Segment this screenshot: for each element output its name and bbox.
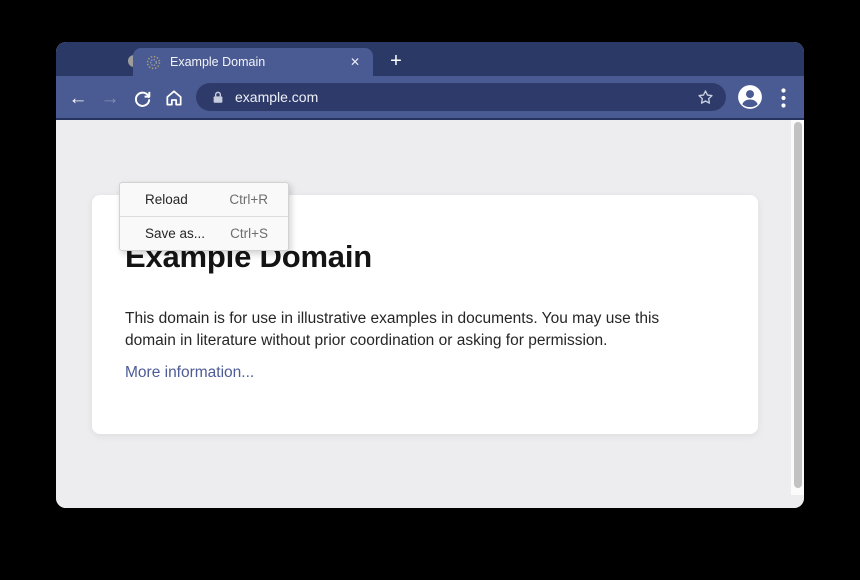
address-bar[interactable]: example.com (196, 83, 726, 111)
page-viewport: Example Domain This domain is for use in… (56, 120, 804, 508)
forward-button[interactable]: → (96, 84, 124, 112)
context-menu-item-reload[interactable]: Reload Ctrl+R (120, 183, 288, 216)
back-button[interactable]: ← (64, 84, 92, 112)
three-dots-icon (781, 88, 786, 108)
paragraph-line-2: domain in literature without prior coord… (125, 330, 659, 352)
scrollbar-track[interactable] (791, 120, 804, 495)
page-paragraph: This domain is for use in illustrative e… (125, 308, 659, 352)
navigation-toolbar: ← → example.com (56, 76, 804, 120)
tab-title: Example Domain (170, 55, 350, 69)
context-menu: Reload Ctrl+R Save as... Ctrl+S (119, 182, 289, 251)
new-tab-button[interactable]: + (381, 48, 411, 76)
tab-example-domain[interactable]: Example Domain ✕ (133, 48, 373, 76)
scrollbar-thumb[interactable] (794, 122, 802, 488)
browser-window: Example Domain ✕ + ← → (56, 42, 804, 508)
more-information-link[interactable]: More information... (125, 364, 254, 382)
reload-button[interactable] (128, 84, 156, 112)
forward-icon: → (101, 89, 120, 108)
lock-icon[interactable] (211, 90, 225, 105)
browser-menu-button[interactable] (774, 87, 792, 109)
titlebar: Example Domain ✕ + (56, 42, 804, 76)
bookmark-star-icon[interactable] (696, 88, 715, 107)
home-icon (164, 88, 184, 108)
home-button[interactable] (160, 84, 188, 112)
context-menu-item-save-as[interactable]: Save as... Ctrl+S (120, 217, 288, 250)
profile-avatar-button[interactable] (737, 84, 763, 110)
menu-item-shortcut: Ctrl+S (230, 226, 268, 241)
reload-icon (133, 89, 152, 108)
favicon-icon (146, 55, 161, 70)
back-icon: ← (69, 89, 88, 108)
tab-close-icon[interactable]: ✕ (350, 56, 360, 68)
menu-item-shortcut: Ctrl+R (229, 192, 268, 207)
url-text: example.com (235, 89, 696, 105)
paragraph-line-1: This domain is for use in illustrative e… (125, 308, 659, 330)
menu-item-label: Reload (145, 192, 188, 207)
profile-avatar-icon (737, 84, 763, 110)
menu-item-label: Save as... (145, 226, 205, 241)
